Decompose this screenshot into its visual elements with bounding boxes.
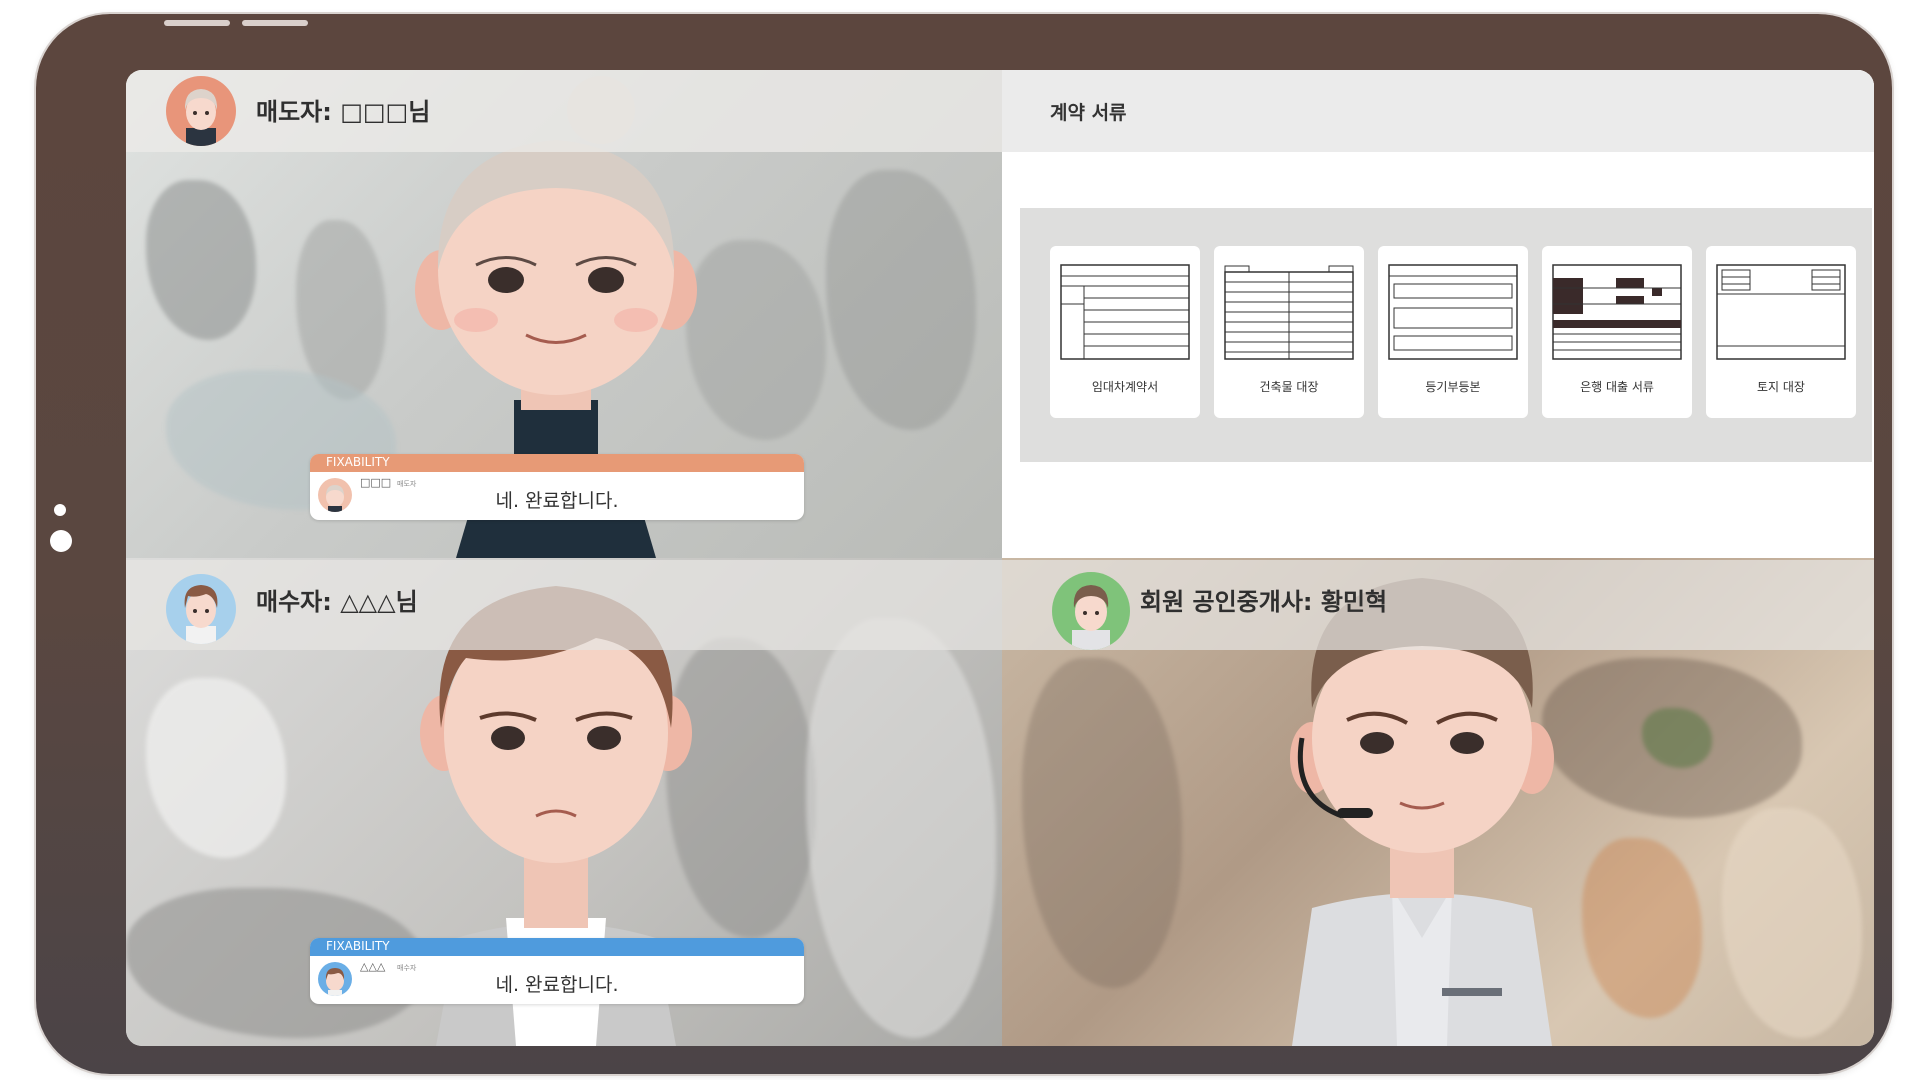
- document-label: 등기부등본: [1425, 380, 1481, 394]
- documents-title: 계약 서류: [1050, 102, 1127, 124]
- buyer-avatar: [166, 574, 236, 644]
- camera-lens-icon: [50, 530, 72, 552]
- buyer-caption-box: FIXABILITY △△△ 매수자 네. 완료합니다.: [310, 938, 804, 1004]
- seller-avatar: [166, 76, 236, 146]
- buyer-name-label: 매수자: △△△님: [256, 588, 418, 616]
- camera-sensor-icon: [54, 504, 66, 516]
- seller-caption-bar: FIXABILITY: [310, 454, 804, 472]
- buyer-video-tile[interactable]: 매수자: △△△님 FIXABILITY △△△ 매수자 네. 완료합니다.: [126, 558, 1002, 1046]
- seller-name-label: 매도자: □□□님: [256, 98, 431, 126]
- document-label: 토지 대장: [1757, 380, 1805, 394]
- document-card-building-register[interactable]: 건축물 대장: [1214, 246, 1364, 418]
- tablet-frame: 매도자: □□□님 FIXABILITY □□□ 매도자 네. 완료합니다. 계…: [36, 14, 1892, 1074]
- document-card-property-registry[interactable]: 등기부등본: [1378, 246, 1528, 418]
- document-label: 은행 대출 서류: [1580, 380, 1654, 394]
- documents-header: 계약 서류: [1002, 70, 1874, 152]
- bank-loan-document-icon: [1552, 264, 1682, 360]
- video-call-screen: 매도자: □□□님 FIXABILITY □□□ 매도자 네. 완료합니다. 계…: [126, 70, 1874, 1046]
- seller-caption-box: FIXABILITY □□□ 매도자 네. 완료합니다.: [310, 454, 804, 520]
- document-card-lease-contract[interactable]: 임대차계약서: [1050, 246, 1200, 418]
- document-card-bank-loan[interactable]: 은행 대출 서류: [1542, 246, 1692, 418]
- broker-name-bar: 회원 공인중개사: 황민혁: [1002, 560, 1874, 650]
- caption-brand-label: FIXABILITY: [326, 939, 390, 953]
- property-registry-document-icon: [1388, 264, 1518, 360]
- broker-video-tile[interactable]: 회원 공인중개사: 황민혁: [1002, 558, 1874, 1046]
- documents-list: 임대차계약서 건축물 대장 등기부등본 은행 대출 서류 토지 대장: [1020, 208, 1872, 462]
- caption-brand-label: FIXABILITY: [326, 455, 390, 469]
- seller-video-tile[interactable]: 매도자: □□□님 FIXABILITY □□□ 매도자 네. 완료합니다.: [126, 70, 1002, 558]
- tablet-volume-button: [242, 20, 308, 26]
- buyer-caption-bar: FIXABILITY: [310, 938, 804, 956]
- broker-name-label: 회원 공인중개사: 황민혁: [1140, 588, 1388, 616]
- lease-contract-document-icon: [1060, 264, 1190, 360]
- broker-avatar: [1052, 572, 1130, 650]
- document-card-land-register[interactable]: 토지 대장: [1706, 246, 1856, 418]
- tablet-volume-button: [164, 20, 230, 26]
- building-register-document-icon: [1224, 265, 1354, 360]
- seller-name-bar: 매도자: □□□님: [126, 70, 1002, 152]
- document-label: 건축물 대장: [1259, 380, 1319, 394]
- contract-documents-panel: 계약 서류 임대차계약서 건축물 대장 등기부등본 은행 대출 서류 토지 대장: [1002, 70, 1874, 558]
- buyer-name-bar: 매수자: △△△님: [126, 560, 1002, 650]
- land-register-document-icon: [1716, 264, 1846, 360]
- document-label: 임대차계약서: [1091, 380, 1159, 394]
- caption-text: 네. 완료합니다.: [495, 490, 619, 512]
- caption-text: 네. 완료합니다.: [495, 974, 619, 996]
